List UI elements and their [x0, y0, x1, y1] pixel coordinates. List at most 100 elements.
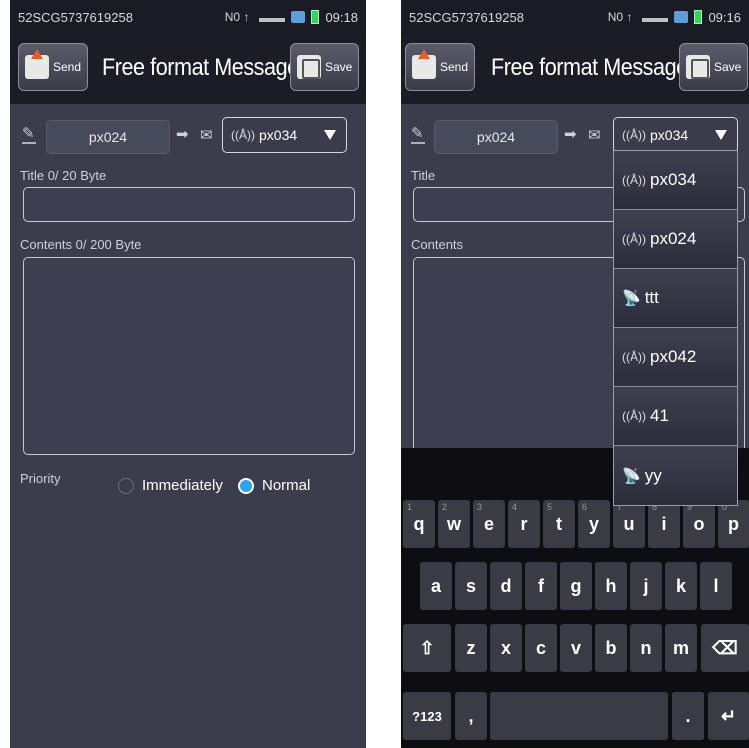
key-i[interactable]: 8i	[648, 500, 680, 548]
key-z[interactable]: z	[455, 624, 487, 672]
save-label: Save	[714, 60, 742, 74]
key-u[interactable]: 7u	[613, 500, 645, 548]
key-y[interactable]: 6y	[578, 500, 610, 548]
keyboard-row-4: ?123 , . ↵	[401, 692, 749, 742]
comma-key[interactable]: ,	[455, 692, 487, 740]
sender-field[interactable]: px024	[46, 120, 170, 154]
key-a[interactable]: a	[420, 562, 452, 610]
tower-icon: ((Å))	[231, 128, 255, 142]
key-q[interactable]: 1q	[403, 500, 435, 548]
save-icon	[297, 55, 321, 79]
key-m[interactable]: m	[665, 624, 697, 672]
contents-input[interactable]	[23, 257, 355, 455]
send-button[interactable]: Send	[18, 43, 89, 91]
priority-label: Priority	[20, 471, 61, 486]
recipient-select[interactable]: ((Å)) px034	[222, 117, 347, 153]
keyboard-row-1: 1q 2w 3e 4r 5t 6y 7u 8i 9o 0p	[401, 500, 749, 550]
signal-icon	[642, 18, 669, 22]
keyboard-row-3: ⇧ z x c v b n m ⌫	[401, 624, 749, 674]
key-v[interactable]: v	[560, 624, 592, 672]
key-g[interactable]: g	[560, 562, 592, 610]
key-h[interactable]: h	[595, 562, 627, 610]
key-x[interactable]: x	[490, 624, 522, 672]
save-button[interactable]: Save	[679, 43, 749, 91]
key-o[interactable]: 9o	[683, 500, 715, 548]
key-l[interactable]: l	[700, 562, 732, 610]
message-icon	[674, 11, 689, 23]
send-button[interactable]: Send	[405, 43, 476, 91]
key-n[interactable]: n	[630, 624, 662, 672]
key-f[interactable]: f	[525, 562, 557, 610]
dropdown-item-41[interactable]: ((Å)) 41	[614, 387, 737, 446]
contents-label: Contents	[411, 237, 464, 252]
left-screen: 52SCG5737619258 N0 ↑ 09:18 Send Free for…	[10, 0, 366, 748]
key-e[interactable]: 3e	[473, 500, 505, 548]
radio-normal[interactable]	[238, 478, 254, 494]
key-label: p	[728, 513, 739, 534]
key-p[interactable]: 0p	[718, 500, 749, 548]
status-time: 09:16	[708, 9, 741, 25]
radio-immediately[interactable]	[118, 478, 134, 494]
backspace-key[interactable]: ⌫	[701, 624, 749, 672]
key-label: w	[446, 513, 461, 534]
dropdown-item-label: yy	[644, 465, 662, 485]
key-label: r	[520, 513, 528, 534]
title-label: Title 0/ 20 Byte	[20, 168, 107, 183]
key-b[interactable]: b	[595, 624, 627, 672]
save-button[interactable]: Save	[290, 43, 360, 91]
message-icon	[291, 11, 306, 23]
dropdown-item-px034[interactable]: ((Å)) px034	[614, 151, 737, 210]
recipient-select[interactable]: ((Å)) px034	[613, 117, 738, 153]
save-icon	[686, 55, 710, 79]
page-title: Free format Message	[102, 54, 299, 81]
sender-edit-icon	[411, 124, 425, 144]
key-label: q	[413, 513, 425, 534]
tower-icon: ((Å))	[622, 232, 646, 246]
dropdown-item-yy[interactable]: 📡 yy	[614, 446, 737, 505]
send-icon	[412, 49, 436, 79]
title-label: Title	[411, 168, 436, 183]
sender-edit-icon	[22, 124, 36, 144]
key-s[interactable]: s	[455, 562, 487, 610]
page-title: Free format Message	[491, 54, 688, 81]
network-indicator: N0 ↑	[607, 10, 633, 24]
key-k[interactable]: k	[665, 562, 697, 610]
key-label: e	[483, 513, 494, 534]
symbols-key[interactable]: ?123	[403, 692, 451, 740]
dropdown-item-label: 41	[650, 406, 669, 425]
key-w[interactable]: 2w	[438, 500, 470, 548]
key-hint: 3	[477, 502, 483, 512]
sender-field[interactable]: px024	[434, 120, 558, 154]
key-label: t	[556, 513, 562, 534]
tower-icon: ((Å))	[622, 128, 646, 142]
key-hint: 5	[547, 502, 553, 512]
network-indicator: N0 ↑	[224, 10, 250, 24]
recipient-value: px034	[650, 127, 689, 143]
send-label: Send	[440, 60, 469, 74]
status-time: 09:18	[325, 9, 358, 25]
dropdown-item-ttt[interactable]: 📡 ttt	[614, 269, 737, 328]
dropdown-item-px042[interactable]: ((Å)) px042	[614, 328, 737, 387]
key-c[interactable]: c	[525, 624, 557, 672]
dish-icon: 📡	[622, 467, 641, 485]
dish-icon: 📡	[622, 290, 641, 307]
key-r[interactable]: 4r	[508, 500, 540, 548]
save-label: Save	[325, 60, 353, 74]
enter-key[interactable]: ↵	[708, 692, 749, 740]
recipient-dropdown-list: ((Å)) px034 ((Å)) px024 📡 ttt ((Å)) px042 ((…	[613, 150, 738, 506]
dropdown-item-px024[interactable]: ((Å)) px024	[614, 210, 737, 269]
title-input[interactable]	[23, 187, 355, 222]
status-id: 52SCG5737619258	[18, 9, 133, 25]
app-header: Send Free format Message Save	[10, 34, 366, 104]
dropdown-arrow-icon	[715, 130, 727, 140]
key-j[interactable]: j	[630, 562, 662, 610]
app-header: Send Free format Message Save	[401, 34, 749, 104]
dropdown-item-label: px042	[650, 347, 697, 366]
period-key[interactable]: .	[672, 692, 704, 740]
shift-key[interactable]: ⇧	[403, 624, 451, 672]
key-d[interactable]: d	[490, 562, 522, 610]
space-key[interactable]	[490, 692, 668, 740]
key-t[interactable]: 5t	[543, 500, 575, 548]
key-label: u	[623, 513, 635, 534]
dropdown-item-label: px024	[650, 229, 697, 248]
